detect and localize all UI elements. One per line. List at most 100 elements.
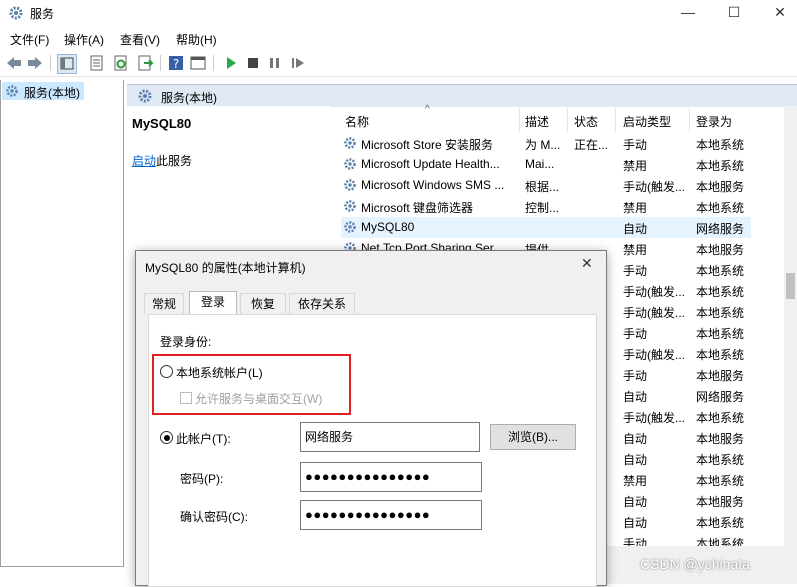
service-desc: Mai...: [525, 157, 555, 171]
toolbar-separator: [160, 55, 161, 71]
play-icon[interactable]: [222, 54, 240, 72]
local-system-radio[interactable]: [160, 365, 173, 378]
service-gear-icon: [344, 179, 356, 191]
pane-header-title: 服务(本地): [161, 91, 217, 105]
service-row[interactable]: 自动 本地服务: [606, 490, 756, 511]
properties-icon[interactable]: [88, 54, 106, 72]
service-logon: 本地服务: [696, 243, 745, 257]
service-row[interactable]: Microsoft Windows SMS ... 根据... 手动(触发... 本地…: [341, 175, 751, 196]
stop-icon[interactable]: [244, 54, 262, 72]
toolbar-separator: [50, 55, 51, 71]
service-logon: 本地系统: [696, 453, 745, 467]
tab-dependencies[interactable]: 依存关系: [289, 293, 355, 314]
menu-help[interactable]: 帮助(H): [176, 31, 217, 48]
tree-item-services-local[interactable]: 服务(本地): [2, 82, 84, 100]
service-start-type: 自动: [623, 516, 648, 530]
maximize-button[interactable]: ☐: [711, 0, 757, 26]
service-start-type: 自动: [623, 222, 648, 236]
service-row[interactable]: Microsoft Store 安装服务 为 M... 正在... 手动 本地系统: [341, 133, 751, 154]
service-logon: 本地系统: [696, 327, 745, 341]
refresh-icon[interactable]: [112, 54, 130, 72]
service-row[interactable]: 手动 本地系统: [606, 259, 756, 280]
service-row[interactable]: 自动 本地系统: [606, 448, 756, 469]
this-account-label: 此帐户(T):: [176, 432, 231, 446]
service-name: MySQL80: [361, 220, 415, 234]
service-start-type: 禁用: [623, 159, 648, 173]
this-account-radio[interactable]: [160, 431, 173, 444]
service-row[interactable]: 手动(触发... 本地系统: [606, 301, 756, 322]
service-row[interactable]: 手动(触发... 本地系统: [606, 280, 756, 301]
service-start-type: 自动: [623, 495, 648, 509]
service-row[interactable]: 禁用 本地系统: [606, 469, 756, 490]
column-header-status[interactable]: 状态: [574, 113, 598, 130]
service-row[interactable]: MySQL80 自动 网络服务: [341, 217, 751, 238]
toolbar: ?: [0, 50, 797, 77]
properties-dialog: MySQL80 的属性(本地计算机) ✕ 常规 登录 恢复 依存关系 登录身份:…: [135, 250, 607, 587]
service-start-type: 禁用: [623, 474, 648, 488]
title-bar: 服务 — ☐ ✕: [0, 0, 797, 26]
service-start-type: 手动: [623, 327, 648, 341]
action-pane-icon[interactable]: [189, 54, 207, 72]
scrollbar-thumb[interactable]: [786, 273, 795, 299]
service-name: Microsoft 键盘筛选器: [361, 201, 474, 215]
password-label: 密码(P):: [180, 472, 224, 486]
tab-logon[interactable]: 登录: [189, 291, 237, 315]
service-row[interactable]: 手动(触发... 本地系统: [606, 406, 756, 427]
export-list-icon[interactable]: [136, 54, 154, 72]
service-name: Microsoft Windows SMS ...: [361, 178, 505, 192]
menu-view[interactable]: 查看(V): [120, 31, 160, 48]
service-row[interactable]: Microsoft Update Health... Mai... 禁用 本地系统: [341, 154, 751, 175]
column-divider: [689, 108, 690, 132]
service-logon: 网络服务: [696, 222, 745, 236]
browse-button[interactable]: 浏览(B)...: [490, 424, 576, 450]
account-field[interactable]: 网络服务: [300, 422, 480, 452]
service-row[interactable]: 手动(触发... 本地系统: [606, 343, 756, 364]
service-logon: 本地服务: [696, 369, 745, 383]
vertical-scrollbar[interactable]: [784, 106, 797, 546]
tab-recovery[interactable]: 恢复: [240, 293, 286, 314]
service-name: Microsoft Update Health...: [361, 157, 500, 171]
console-tree-icon[interactable]: [57, 54, 77, 74]
service-logon: 本地系统: [696, 138, 745, 152]
dialog-close-icon[interactable]: ✕: [581, 255, 593, 272]
password-field[interactable]: ●●●●●●●●●●●●●●●: [300, 462, 482, 492]
allow-desktop-checkbox[interactable]: [180, 392, 192, 404]
column-header-logon[interactable]: 登录为: [696, 113, 732, 130]
pause-icon[interactable]: [266, 54, 284, 72]
menu-file[interactable]: 文件(F): [10, 31, 49, 48]
allow-desktop-label: 允许服务与桌面交互(W): [195, 392, 323, 406]
service-name: Microsoft Store 安装服务: [361, 138, 494, 152]
confirm-password-field[interactable]: ●●●●●●●●●●●●●●●: [300, 500, 482, 530]
menu-bar: 文件(F) 操作(A) 查看(V) 帮助(H): [0, 27, 797, 49]
radio-dot: [163, 434, 170, 441]
back-arrow-icon[interactable]: [5, 54, 23, 72]
services-gear-icon: [9, 6, 23, 20]
service-row[interactable]: Microsoft 键盘筛选器 控制... 禁用 本地系统: [341, 196, 751, 217]
menu-action[interactable]: 操作(A): [64, 31, 104, 48]
minimize-button[interactable]: —: [665, 0, 711, 26]
watermark: CSDN @ychinata: [640, 556, 750, 572]
service-row[interactable]: 自动 本地系统: [606, 511, 756, 532]
restart-icon[interactable]: [289, 54, 307, 72]
service-row[interactable]: 自动 本地服务: [606, 427, 756, 448]
service-row[interactable]: 手动 本地系统: [606, 322, 756, 343]
tab-general[interactable]: 常规: [144, 293, 184, 314]
column-header-name[interactable]: 名称: [345, 113, 369, 130]
column-header-start-type[interactable]: 启动类型: [623, 113, 671, 130]
service-gear-icon: [344, 221, 356, 233]
service-row[interactable]: 手动 本地服务: [606, 364, 756, 385]
service-row[interactable]: 自动 网络服务: [606, 385, 756, 406]
service-start-type: 手动: [623, 138, 648, 152]
forward-arrow-icon[interactable]: [26, 54, 44, 72]
service-desc: 为 M...: [525, 138, 561, 152]
close-button[interactable]: ✕: [757, 0, 797, 26]
service-start-type: 禁用: [623, 243, 648, 257]
start-service-link[interactable]: 启动: [132, 154, 156, 168]
column-header-desc[interactable]: 描述: [525, 113, 549, 130]
service-start-type: 手动(触发...: [623, 411, 685, 425]
sort-ascending-icon: ^: [425, 104, 430, 115]
help-icon[interactable]: ?: [167, 54, 185, 72]
pane-header-tail: [127, 106, 330, 112]
services-gear-icon: [6, 85, 18, 97]
service-logon: 网络服务: [696, 390, 745, 404]
